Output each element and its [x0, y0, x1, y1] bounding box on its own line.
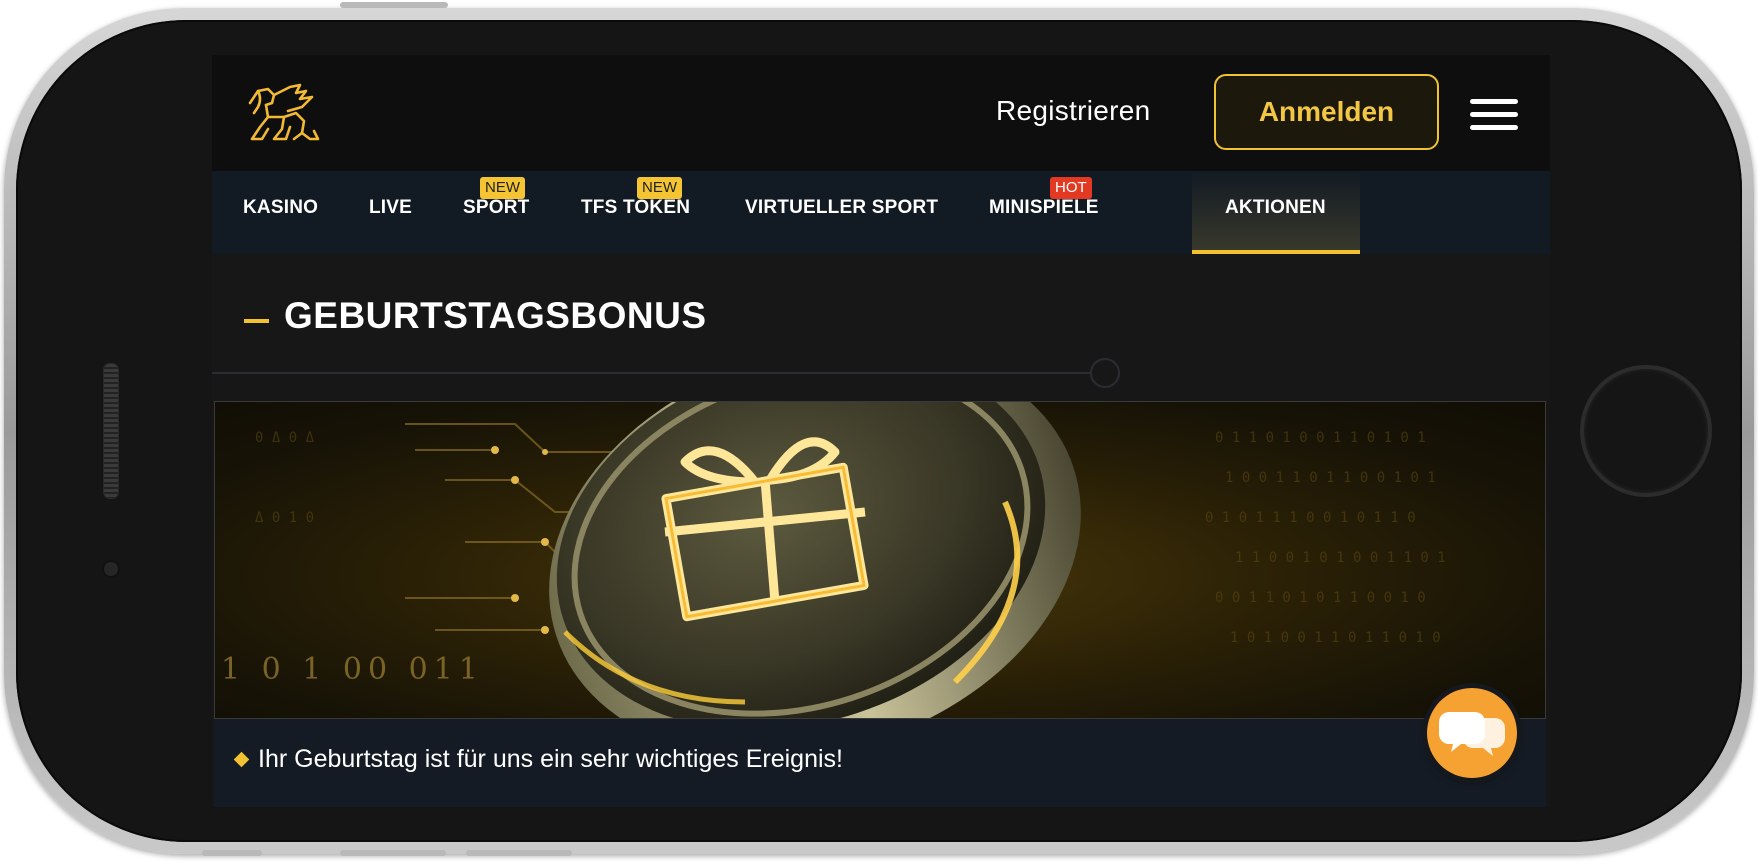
nav-item-label: VIRTUELLER SPORT [745, 197, 939, 218]
nav-item-minispiele[interactable]: HOT MINISPIELE [989, 171, 1101, 254]
nav-item-sport[interactable]: NEW SPORT [463, 171, 533, 254]
phone-side-button [340, 2, 448, 8]
front-camera [102, 560, 120, 578]
svg-text:1 0 0 1 1 0 1 1 0 0 1 0 1: 1 0 0 1 1 0 1 1 0 0 1 0 1 [1225, 470, 1436, 486]
nav-item-label: LIVE [369, 197, 413, 218]
svg-text:1 0 1 0 0 1 1 0 1 1 0 1 0: 1 0 1 0 0 1 1 0 1 1 0 1 0 [1230, 630, 1441, 646]
main-nav: KASINO LIVE NEW SPORT NEW TFS TOKEN VIRT… [212, 171, 1550, 254]
svg-text:0 0 1 1 0 1 0 1 1 0 0 1 0: 0 0 1 1 0 1 0 1 1 0 0 1 0 [1215, 590, 1426, 606]
nav-item-virtueller-sport[interactable]: VIRTUELLER SPORT [745, 171, 945, 254]
login-button[interactable]: Anmelden [1214, 74, 1439, 150]
home-button [1580, 365, 1712, 497]
new-badge: NEW [480, 177, 525, 199]
svg-text:Δ 0 1 0: Δ 0 1 0 [255, 510, 314, 526]
phone-side-button [340, 850, 446, 856]
svg-text:0 1 0 1 1 1 0 0 1 0 1 1 0: 0 1 0 1 1 1 0 0 1 0 1 1 0 [1205, 510, 1416, 526]
nav-item-tfs-token[interactable]: NEW TFS TOKEN [581, 171, 693, 254]
speaker-grille [103, 363, 119, 499]
nav-item-live[interactable]: LIVE [369, 171, 419, 254]
hot-badge: HOT [1050, 177, 1092, 199]
chat-button[interactable] [1427, 688, 1517, 778]
phone-side-button [466, 850, 572, 856]
nav-item-aktionen[interactable]: AKTIONEN [1192, 171, 1360, 254]
promo-caption: Ihr Geburtstag ist für uns ein sehr wich… [214, 719, 1546, 807]
nav-item-kasino[interactable]: KASINO [243, 171, 323, 254]
new-badge: NEW [637, 177, 682, 199]
hamburger-menu-icon[interactable] [1470, 99, 1518, 131]
diamond-bullet-icon [233, 751, 250, 768]
title-accent-dash [244, 319, 269, 323]
screen: Registrieren Anmelden KASINO LIVE NEW SP… [212, 55, 1550, 807]
active-tab-indicator [1192, 250, 1360, 254]
nav-item-label: AKTIONEN [1225, 197, 1326, 218]
page-title: GEBURTSTAGSBONUS [284, 295, 707, 336]
promo-banner: 0 1 1 0 1 0 0 1 1 0 1 0 1 1 0 0 1 1 0 1 … [214, 401, 1546, 719]
svg-text:0 1 1 0 1 0 0 1 1 0 1 0 1: 0 1 1 0 1 0 0 1 1 0 1 0 1 [1215, 430, 1426, 446]
chat-bubbles-icon [1439, 712, 1505, 756]
nav-item-label: KASINO [243, 197, 319, 218]
caption-text: Ihr Geburtstag ist für uns ein sehr wich… [258, 745, 843, 773]
nav-item-label: TFS TOKEN [581, 197, 691, 218]
nav-item-label: SPORT [463, 197, 530, 218]
site-header: Registrieren Anmelden [212, 55, 1550, 171]
nav-item-label: MINISPIELE [989, 197, 1099, 218]
section-divider [212, 372, 1092, 374]
svg-text:1 1 0 0 1 0 1 0 0 1 1 0 1: 1 1 0 0 1 0 1 0 0 1 1 0 1 [1235, 550, 1446, 566]
banner-binary-text: 1 0 1 00 011 [221, 652, 484, 687]
svg-text:0 Δ 0 Δ: 0 Δ 0 Δ [255, 430, 315, 446]
phone-side-button [202, 850, 262, 856]
gift-coin-icon [549, 402, 1081, 718]
lion-logo-icon[interactable] [244, 83, 324, 147]
section-divider-dot [1090, 358, 1120, 388]
register-link[interactable]: Registrieren [996, 95, 1151, 127]
